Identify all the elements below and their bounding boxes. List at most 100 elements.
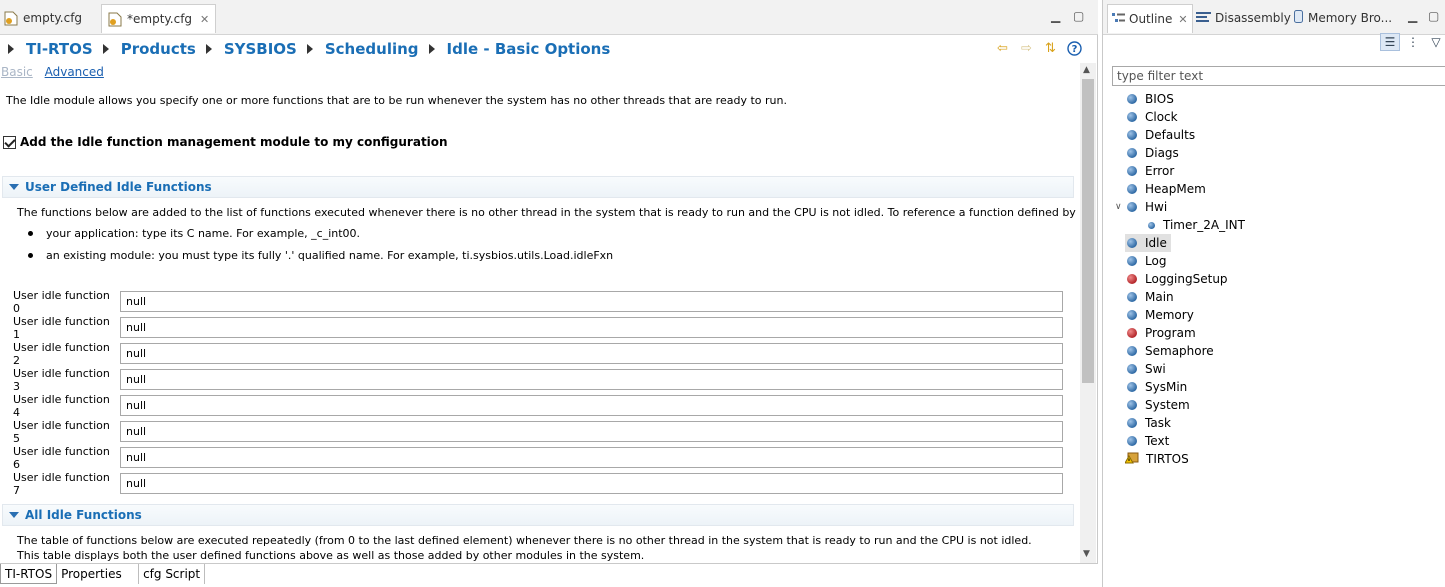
module-icon bbox=[1127, 166, 1137, 176]
tree-item-swi[interactable]: Swi bbox=[1127, 360, 1166, 378]
tree-item-clock[interactable]: Clock bbox=[1127, 108, 1178, 126]
tree-item-sysmin[interactable]: SysMin bbox=[1127, 378, 1187, 396]
scroll-down-icon[interactable]: ▼ bbox=[1083, 549, 1090, 559]
tree-item-bios[interactable]: BIOS bbox=[1127, 90, 1174, 108]
breadcrumb-arrow-icon bbox=[102, 44, 109, 54]
tree-item-tirtos[interactable]: TIRTOS bbox=[1124, 450, 1189, 468]
disassembly-icon bbox=[1196, 11, 1211, 25]
tree-item-label: Clock bbox=[1145, 110, 1178, 124]
module-icon bbox=[1127, 364, 1137, 374]
tree-item-memory[interactable]: Memory bbox=[1127, 306, 1194, 324]
field-label: User idle function 5 bbox=[13, 418, 110, 445]
breadcrumb-arrow-icon bbox=[306, 44, 313, 54]
tab-properties[interactable]: Properties bbox=[57, 564, 140, 584]
maximize-icon[interactable]: ▢ bbox=[1073, 9, 1084, 23]
minimize-icon[interactable]: ▁ bbox=[1051, 9, 1060, 23]
view-mode-links: Basic Advanced bbox=[1, 65, 104, 79]
scroll-up-icon[interactable]: ▲ bbox=[1083, 65, 1090, 75]
maximize-icon[interactable]: ▢ bbox=[1428, 9, 1439, 23]
field-label: User idle function 4 bbox=[13, 392, 110, 419]
tree-item-hwi[interactable]: Hwi bbox=[1127, 198, 1167, 216]
checkbox-checked-icon[interactable] bbox=[3, 135, 16, 149]
add-idle-module-checkbox[interactable]: Add the Idle function management module … bbox=[3, 135, 448, 149]
editor-page-tabs: TI-RTOS Properties cfg Script bbox=[0, 563, 1098, 587]
user-idle-function-0-row: User idle function 0 null bbox=[13, 289, 1063, 315]
tab-memory-browser[interactable]: Memory Bro... bbox=[1294, 6, 1392, 30]
tree-item-label: Log bbox=[1145, 254, 1167, 268]
tree-item-label: HeapMem bbox=[1145, 182, 1206, 196]
tree-item-main[interactable]: Main bbox=[1127, 288, 1174, 306]
tab-label: Disassembly bbox=[1215, 11, 1291, 25]
collapse-triangle-icon[interactable] bbox=[9, 184, 19, 190]
tree-item-task[interactable]: Task bbox=[1127, 414, 1171, 432]
tree-item-log[interactable]: Log bbox=[1127, 252, 1166, 270]
module-icon bbox=[1127, 94, 1137, 104]
user-idle-function-6-input[interactable]: null bbox=[120, 447, 1063, 468]
breadcrumb-products[interactable]: Products bbox=[121, 40, 196, 58]
breadcrumb-ti-rtos[interactable]: TI-RTOS bbox=[26, 40, 93, 58]
tree-item-program[interactable]: Program bbox=[1127, 324, 1196, 342]
tab-empty-cfg[interactable]: empty.cfg bbox=[4, 6, 82, 30]
tree-item-label: Idle bbox=[1145, 236, 1167, 250]
basic-mode-link[interactable]: Basic bbox=[1, 65, 33, 79]
breadcrumb-scheduling[interactable]: Scheduling bbox=[325, 40, 419, 58]
tree-item-defaults[interactable]: Defaults bbox=[1127, 126, 1195, 144]
view-menu-icon[interactable]: ▽ bbox=[1426, 33, 1445, 51]
tree-item-label: Text bbox=[1145, 434, 1170, 448]
tree-item-loggingsetup[interactable]: LoggingSetup bbox=[1127, 270, 1228, 288]
user-idle-function-2-input[interactable]: null bbox=[120, 343, 1063, 364]
user-idle-function-0-input[interactable]: null bbox=[120, 291, 1063, 312]
tree-item-idle[interactable]: Idle bbox=[1125, 234, 1171, 252]
user-idle-function-4-input[interactable]: null bbox=[120, 395, 1063, 416]
tab-ti-rtos[interactable]: TI-RTOS bbox=[0, 564, 58, 584]
hierarchy-view-icon[interactable]: ☰ bbox=[1380, 33, 1400, 51]
tree-item-error[interactable]: Error bbox=[1127, 162, 1174, 180]
tab-cfg-script[interactable]: cfg Script bbox=[139, 564, 206, 584]
section-title: All Idle Functions bbox=[25, 508, 142, 522]
vertical-scrollbar[interactable]: ▲ ▼ bbox=[1080, 63, 1096, 563]
tab-outline[interactable]: Outline ✕ bbox=[1107, 4, 1193, 33]
list-item: an existing module: you must type its fu… bbox=[28, 249, 613, 262]
user-idle-function-3-input[interactable]: null bbox=[120, 369, 1063, 390]
tab-empty-cfg-modified[interactable]: *empty.cfg ✕ bbox=[101, 4, 217, 33]
tree-item-label: LoggingSetup bbox=[1145, 272, 1228, 286]
scrollbar-thumb[interactable] bbox=[1082, 79, 1094, 383]
user-idle-function-1-row: User idle function 1 null bbox=[13, 315, 1063, 341]
tree-item-heapmem[interactable]: HeapMem bbox=[1127, 180, 1206, 198]
close-icon[interactable]: ✕ bbox=[200, 13, 209, 26]
flat-view-icon[interactable]: ⋮ bbox=[1403, 33, 1423, 51]
outline-filter-input[interactable]: type filter text bbox=[1112, 66, 1445, 86]
tree-item-label: Error bbox=[1145, 164, 1175, 178]
breadcrumb-sysbios[interactable]: SYSBIOS bbox=[224, 40, 297, 58]
tab-disassembly[interactable]: Disassembly bbox=[1196, 6, 1291, 30]
user-idle-function-1-input[interactable]: null bbox=[120, 317, 1063, 338]
collapse-triangle-icon[interactable] bbox=[9, 512, 19, 518]
close-icon[interactable]: ✕ bbox=[1178, 13, 1187, 26]
outline-view: Outline ✕ Disassembly Memory Bro... ▁ ▢ … bbox=[1102, 0, 1445, 587]
user-idle-function-6-row: User idle function 6 null bbox=[13, 445, 1063, 471]
section-user-defined-idle-functions[interactable]: User Defined Idle Functions bbox=[2, 176, 1074, 198]
outline-icon bbox=[1112, 12, 1125, 27]
tree-item-label: Swi bbox=[1145, 362, 1166, 376]
tree-item-diags[interactable]: Diags bbox=[1127, 144, 1179, 162]
warning-package-icon bbox=[1124, 451, 1139, 467]
tree-item-system[interactable]: System bbox=[1127, 396, 1190, 414]
tree-item-timer-2a-int[interactable]: Timer_2A_INT bbox=[1148, 216, 1245, 234]
user-idle-function-7-input[interactable]: null bbox=[120, 473, 1063, 494]
tab-label: Outline bbox=[1129, 12, 1173, 26]
tree-item-label: Timer_2A_INT bbox=[1163, 218, 1245, 232]
module-icon bbox=[1127, 310, 1137, 320]
user-idle-function-5-row: User idle function 5 null bbox=[13, 418, 1063, 445]
advanced-mode-link[interactable]: Advanced bbox=[45, 65, 104, 79]
expand-chevron-icon[interactable]: ∨ bbox=[1115, 202, 1122, 212]
tree-item-text[interactable]: Text bbox=[1127, 432, 1169, 450]
refresh-icon[interactable]: ⇅ bbox=[1042, 40, 1059, 57]
user-idle-function-5-input[interactable]: null bbox=[120, 421, 1063, 442]
outline-tab-bar: Outline ✕ Disassembly Memory Bro... ▁ ▢ bbox=[1103, 0, 1445, 35]
section-all-idle-functions[interactable]: All Idle Functions bbox=[2, 504, 1074, 526]
help-icon[interactable]: ? bbox=[1066, 40, 1083, 57]
back-arrow-icon[interactable]: ⇦ bbox=[994, 40, 1011, 57]
tree-item-semaphore[interactable]: Semaphore bbox=[1127, 342, 1214, 360]
forward-arrow-icon[interactable]: ⇨ bbox=[1018, 40, 1035, 57]
minimize-icon[interactable]: ▁ bbox=[1408, 9, 1417, 23]
